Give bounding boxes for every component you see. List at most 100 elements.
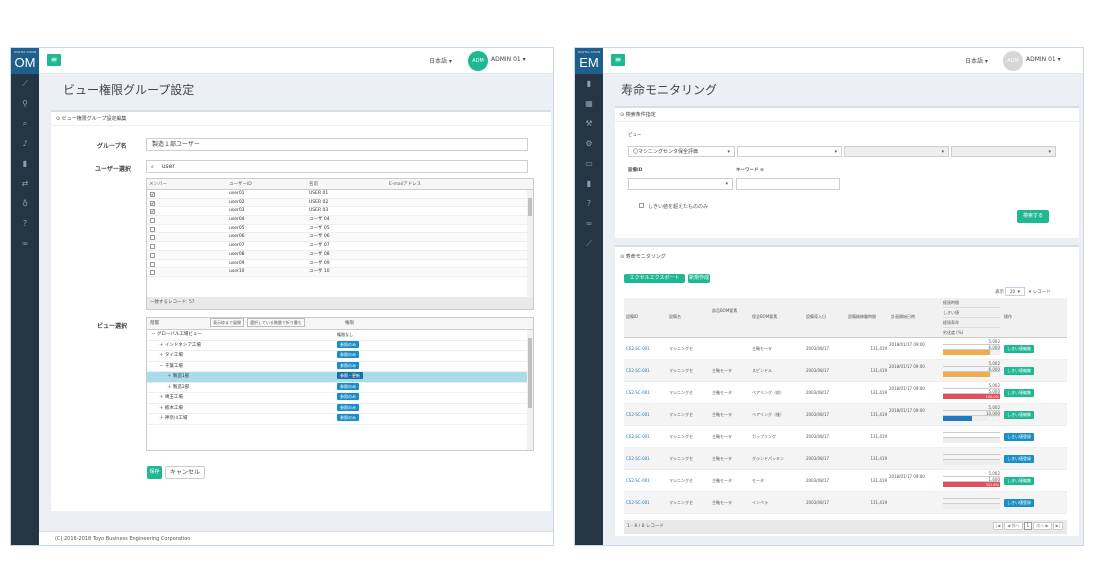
col-threshold[interactable]: しきい値 [943, 308, 1000, 318]
tree-node[interactable]: ＋ 神奈川工場 参照のみ [147, 414, 533, 425]
cancel-button[interactable]: キャンセル [165, 466, 205, 479]
table-row[interactable]: CS2-SC-001 マシニングセ 主軸モータ カップリング 2003/08/17 131… [624, 426, 1067, 448]
tree-node[interactable]: － グローバル工場ビュー 権限なし [147, 330, 533, 341]
pager-button[interactable]: 次へ ▶ [1033, 522, 1052, 530]
chart-icon[interactable]: ⟋ [11, 74, 39, 94]
equipment-id-select[interactable] [628, 178, 733, 190]
pager-button[interactable]: |◀ [992, 522, 1004, 530]
threshold-button[interactable]: しきい値編集 [1004, 477, 1034, 485]
member-checkbox[interactable] [150, 235, 155, 241]
view-select[interactable]: 〇マシニングセンタ保全評価 [628, 146, 735, 157]
menu-toggle-icon[interactable]: ≡ [611, 54, 625, 66]
col-email[interactable]: E-mailアドレス [387, 179, 467, 189]
tree-node[interactable]: － 千葉工場 参照のみ [147, 361, 533, 372]
col-name[interactable]: 名前 [307, 179, 387, 189]
avatar[interactable]: ADM [468, 51, 488, 71]
equipment-id-link[interactable]: CS2-SC-001 [624, 338, 667, 359]
member-checkbox[interactable]: ✔ [150, 209, 155, 215]
col-elapsed-life[interactable]: 経過寿命 [943, 318, 1000, 328]
table-row[interactable]: CS2-SC-001 マシニングセ 主軸モータ インペラ 2003/08/17 131,4… [624, 492, 1067, 514]
avatar[interactable]: ADM [1003, 51, 1023, 71]
view-select-3[interactable] [844, 146, 949, 157]
threshold-checkbox[interactable]: しきい値を超えたもののみ [639, 203, 708, 210]
permission-badge[interactable]: 参照のみ [337, 361, 359, 369]
table-row[interactable]: CS2-SC-001 マシニングセ 主軸モータ グランドパッキン 2003/08/17 1… [624, 448, 1067, 470]
tree-node[interactable]: ＋ 埼玉工場 参照のみ [147, 393, 533, 404]
member-checkbox[interactable] [150, 252, 155, 258]
table-row[interactable]: ✔ user01 USER 01 [147, 190, 533, 199]
pager-button[interactable]: ▶| [1052, 522, 1063, 530]
table-row[interactable]: user04 ユーザ 04 [147, 216, 533, 225]
table-row[interactable]: CS2-SC-001 マシニングセ 主軸モータ ベアリング（前） 2003/08/17 1… [624, 382, 1067, 404]
col-degradation[interactable]: 劣化度 (%) [943, 328, 1000, 338]
brand-logo[interactable]: DIGITAL CHAIN OM [11, 48, 39, 74]
threshold-button[interactable]: しきい値登録 [1004, 455, 1034, 463]
view-tree-scrollbar[interactable] [527, 330, 533, 450]
tree-node[interactable]: ＋ 製造2部 参照のみ [147, 382, 533, 393]
member-checkbox[interactable]: ✔ [150, 192, 155, 197]
bell-icon[interactable]: ♪ [11, 134, 39, 154]
language-select[interactable]: 日本語 ▾ [429, 56, 452, 65]
equipment-id-link[interactable]: CS2-SC-001 [624, 448, 667, 469]
table-row[interactable]: user06 ユーザ 06 [147, 233, 533, 243]
permission-badge[interactable]: 参照のみ [337, 340, 359, 348]
col-plan-start[interactable]: 計画開始日時 [889, 298, 943, 337]
permission-badge[interactable]: 参照のみ [337, 393, 359, 400]
table-row[interactable]: user05 ユーザ 05 [147, 225, 533, 234]
member-checkbox[interactable] [150, 218, 155, 224]
group-name-input[interactable]: 製造１部ユーザー [146, 138, 528, 151]
exchange-icon[interactable]: ⇄ [11, 174, 39, 194]
threshold-button[interactable]: しきい値編集 [1004, 411, 1034, 419]
search-button[interactable]: 検索する [1017, 210, 1049, 223]
member-checkbox[interactable] [150, 261, 155, 267]
permission-badge[interactable]: 参照のみ [337, 403, 359, 411]
tree-node[interactable]: ＋ タイ工場 参照のみ [147, 351, 533, 362]
threshold-button[interactable]: しきい値登録 [1004, 499, 1034, 507]
page-size-select[interactable]: 20 [1005, 287, 1025, 296]
table-row[interactable]: user10 ユーザ 10 [147, 268, 533, 277]
user-menu[interactable]: ADMIN 01 ▾ [1026, 56, 1061, 63]
table-row[interactable]: CS2-SC-001 マシニングセ 主軸モータ スピンドル 2003/08/17 131,… [624, 360, 1067, 382]
tree-node[interactable]: ＋ インドネシア工場 参照のみ [147, 340, 533, 351]
menu-toggle-icon[interactable]: ≡ [47, 54, 61, 66]
table-row[interactable]: ✔ user03 USER 03 [147, 207, 533, 217]
col-total-hours[interactable]: 設備総稼働時間 [846, 298, 889, 337]
help-icon[interactable]: ? [11, 214, 39, 234]
bar-chart-icon[interactable]: ▮ [575, 174, 603, 194]
threshold-button[interactable]: しきい値編集 [1004, 345, 1034, 353]
user-menu[interactable]: ADMIN 01 ▾ [491, 56, 526, 63]
equipment-id-link[interactable]: CS2-SC-001 [624, 426, 667, 447]
member-checkbox[interactable] [150, 270, 155, 276]
threshold-button[interactable]: しきい値登録 [1004, 433, 1034, 441]
col-equipment-id[interactable]: 設備ID [624, 298, 667, 337]
pager-button[interactable]: 1 [1023, 522, 1033, 530]
expand-all-button[interactable]: 表示枠まで展開 [210, 318, 244, 327]
col-install-date[interactable]: 設備導入日 [804, 298, 846, 337]
link-icon[interactable]: ∞ [575, 214, 603, 234]
user-grid-scrollbar[interactable] [527, 190, 533, 309]
table-row[interactable]: ✔ user02 USER 02 [147, 198, 533, 208]
bulb-icon[interactable]: ♁ [11, 194, 39, 214]
new-button[interactable]: 新規作成 [688, 274, 710, 283]
table-row[interactable]: CS2-SC-001 マシニングセ 主軸モータ モータ 2003/08/17 131,41… [624, 470, 1067, 492]
search-icon[interactable]: ⌕ [11, 114, 39, 134]
link-icon[interactable]: ∞ [11, 234, 39, 254]
table-row[interactable]: user07 ユーザ 07 [147, 242, 533, 251]
equipment-id-link[interactable]: CS2-SC-001 [624, 492, 667, 513]
tree-node[interactable]: ＋ 栃木工場 参照のみ [147, 403, 533, 414]
equipment-id-link[interactable]: CS2-SC-001 [624, 404, 667, 425]
equipment-id-link[interactable]: CS2-SC-001 [624, 382, 667, 403]
col-equipment-name[interactable]: 設備名 [667, 298, 710, 337]
table-row[interactable]: user09 ユーザ 09 [147, 260, 533, 269]
col-parts-bom[interactable]: 部品BOM要素 [710, 298, 750, 337]
brand-logo[interactable]: DIGITAL CHAIN EM [575, 48, 603, 74]
permission-badge[interactable]: 権限なし [337, 332, 353, 337]
calendar-icon[interactable]: ▦ [575, 94, 603, 114]
equipment-id-link[interactable]: CS2-SC-001 [624, 470, 667, 491]
table-row[interactable]: CS2-SC-001 マシニングセ 主軸モータ ベアリング（後） 2003/08/17 1… [624, 404, 1067, 426]
view-select-4[interactable] [951, 146, 1056, 157]
member-checkbox[interactable] [150, 244, 155, 250]
view-select-2[interactable] [737, 146, 842, 157]
equipment-id-link[interactable]: CS2-SC-001 [624, 360, 667, 381]
save-button[interactable]: 保存 [147, 466, 162, 479]
